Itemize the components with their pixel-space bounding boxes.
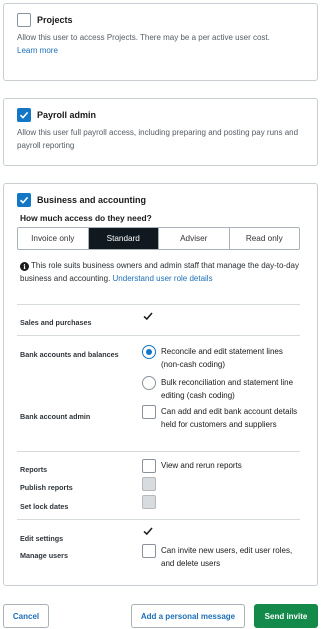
checkmark-icon: [143, 312, 153, 321]
level-read-only[interactable]: Read only: [229, 228, 299, 249]
level-standard[interactable]: Standard: [88, 228, 159, 249]
checkmark-icon: [143, 527, 153, 536]
projects-description: Allow this user to access Projects. Ther…: [17, 31, 307, 57]
bulk-reconcile-radio[interactable]: [142, 376, 156, 390]
projects-title: Projects: [37, 15, 73, 25]
bulk-reconcile-option-label: Bulk reconciliation and statement line e…: [161, 378, 294, 400]
payroll-description: Allow this user full payroll access, inc…: [17, 128, 299, 150]
checkmark-icon: [19, 111, 29, 119]
understand-roles-link[interactable]: Understand user role details: [113, 274, 213, 283]
bank-admin-checkbox[interactable]: [142, 405, 156, 419]
access-level-selector: Invoice only Standard Adviser Read only: [17, 227, 300, 250]
sales-purchases-label: Sales and purchases: [20, 318, 92, 327]
projects-checkbox[interactable]: [17, 13, 31, 27]
publish-reports-label: Publish reports: [20, 483, 73, 492]
reports-option-label: View and rerun reports: [161, 461, 242, 470]
send-invite-button[interactable]: Send invite: [254, 604, 318, 628]
manage-users-option-label: Can invite new users, edit user roles, a…: [161, 546, 293, 568]
reconcile-radio[interactable]: [142, 345, 156, 359]
bank-account-admin-label: Bank account admin: [20, 412, 91, 421]
set-lock-dates-label: Set lock dates: [20, 502, 69, 511]
role-info: This role suits business owners and admi…: [20, 259, 302, 285]
learn-more-link[interactable]: Learn more: [17, 46, 58, 55]
manage-users-checkbox[interactable]: [142, 544, 156, 558]
business-title: Business and accounting: [37, 195, 147, 205]
publish-reports-checkbox: [142, 477, 156, 491]
bank-accounts-label: Bank accounts and balances: [20, 350, 119, 359]
divider: [17, 519, 300, 520]
level-invoice-only[interactable]: Invoice only: [18, 228, 89, 249]
add-personal-message-button[interactable]: Add a personal message: [131, 604, 245, 628]
payroll-title: Payroll admin: [37, 110, 97, 120]
divider: [17, 304, 300, 305]
cancel-button[interactable]: Cancel: [3, 604, 49, 628]
projects-description-text: Allow this user to access Projects. Ther…: [17, 33, 270, 42]
manage-users-label: Manage users: [20, 551, 68, 560]
reconcile-option-label: Reconcile and edit statement lines (non-…: [161, 347, 283, 369]
business-checkbox[interactable]: [17, 193, 31, 207]
reports-checkbox[interactable]: [142, 459, 156, 473]
bank-admin-option-label: Can add and edit bank account details he…: [161, 407, 298, 429]
divider: [17, 451, 300, 452]
projects-card: Projects Allow this user to access Proje…: [3, 3, 318, 81]
lock-dates-checkbox: [142, 495, 156, 509]
payroll-card: Payroll admin Allow this user full payro…: [3, 98, 318, 166]
level-adviser[interactable]: Adviser: [159, 228, 230, 249]
reports-label: Reports: [20, 465, 48, 474]
payroll-checkbox[interactable]: [17, 108, 31, 122]
checkmark-icon: [19, 196, 29, 204]
access-question: How much access do they need?: [20, 213, 152, 223]
edit-settings-label: Edit settings: [20, 534, 64, 543]
divider: [17, 335, 300, 336]
